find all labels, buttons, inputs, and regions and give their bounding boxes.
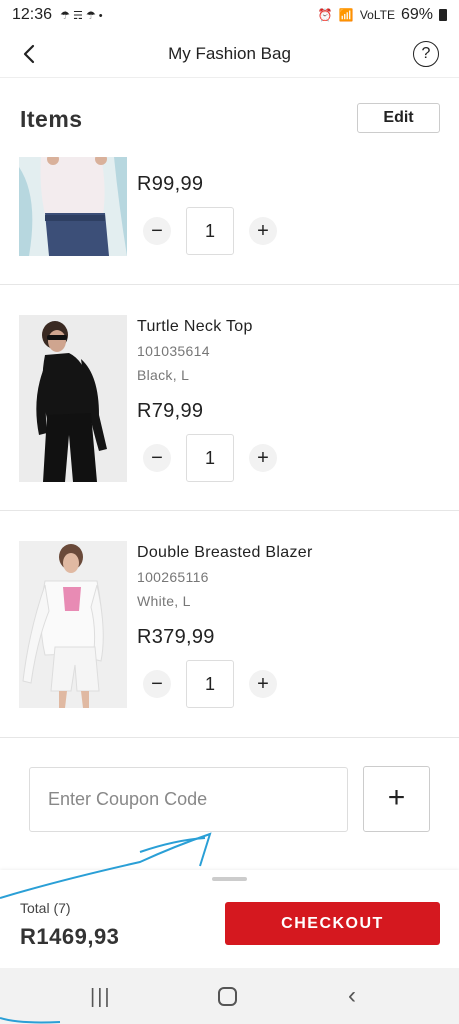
battery-percent: 69% bbox=[400, 6, 433, 23]
product-price: R79,99 bbox=[137, 400, 204, 422]
notification-icons: ☂ ☴ ☂ • bbox=[60, 9, 103, 22]
checkout-button[interactable]: CHECKOUT bbox=[225, 902, 440, 945]
battery-icon bbox=[439, 9, 447, 21]
network-label: VoLTE bbox=[359, 8, 395, 22]
add-coupon-button[interactable]: + bbox=[363, 766, 430, 832]
quantity-value[interactable]: 1 bbox=[186, 434, 234, 482]
cart-item: Turtle Neck Top 101035614 Black, L R79,9… bbox=[0, 285, 459, 511]
recent-apps-icon[interactable]: ||| bbox=[90, 986, 112, 1009]
page-title: My Fashion Bag bbox=[168, 44, 291, 63]
decrease-quantity-button[interactable]: − bbox=[143, 670, 171, 698]
coupon-code-input[interactable] bbox=[29, 767, 348, 832]
quantity-stepper: − 1 + bbox=[143, 434, 283, 482]
home-icon[interactable] bbox=[218, 987, 237, 1006]
product-image[interactable] bbox=[19, 157, 127, 256]
drag-handle[interactable] bbox=[212, 877, 247, 881]
quantity-value[interactable]: 1 bbox=[186, 207, 234, 255]
status-time: 12:36 bbox=[12, 6, 53, 23]
status-right: ⏰ 📶 VoLTE 69% bbox=[318, 6, 447, 24]
product-image[interactable] bbox=[19, 541, 127, 708]
product-price: R99,99 bbox=[137, 173, 204, 195]
quantity-stepper: − 1 + bbox=[143, 207, 283, 255]
product-price: R379,99 bbox=[137, 626, 215, 648]
product-image[interactable] bbox=[19, 315, 127, 482]
back-nav-icon[interactable]: ‹ bbox=[348, 982, 356, 1010]
product-variant: Black, L bbox=[137, 367, 190, 383]
wifi-icon: 📶 bbox=[338, 8, 354, 22]
product-sku: 101035614 bbox=[137, 343, 210, 359]
checkout-footer: Total (7) R1469,93 CHECKOUT bbox=[0, 870, 459, 968]
system-nav-bar: ||| ‹ bbox=[0, 968, 459, 1024]
question-circle-icon[interactable]: ? bbox=[413, 41, 439, 67]
items-heading: Items bbox=[20, 106, 83, 132]
increase-quantity-button[interactable]: + bbox=[249, 670, 277, 698]
cart-item: R99,99 − 1 + bbox=[0, 156, 459, 285]
total-amount: R1469,93 bbox=[20, 924, 120, 949]
alarm-icon: ⏰ bbox=[317, 8, 333, 22]
cart-item: Double Breasted Blazer 100265116 White, … bbox=[0, 511, 459, 738]
product-sku: 100265116 bbox=[137, 569, 209, 585]
product-name[interactable]: Turtle Neck Top bbox=[137, 318, 253, 336]
increase-quantity-button[interactable]: + bbox=[249, 444, 277, 472]
decrease-quantity-button[interactable]: − bbox=[143, 217, 171, 245]
quantity-stepper: − 1 + bbox=[143, 660, 283, 708]
status-bar: 12:36 ☂ ☴ ☂ • ⏰ 📶 VoLTE 69% bbox=[0, 0, 459, 30]
increase-quantity-button[interactable]: + bbox=[249, 217, 277, 245]
decrease-quantity-button[interactable]: − bbox=[143, 444, 171, 472]
edit-button[interactable]: Edit bbox=[357, 103, 440, 133]
app-header: My Fashion Bag ? bbox=[0, 30, 459, 78]
quantity-value[interactable]: 1 bbox=[186, 660, 234, 708]
product-name[interactable]: Double Breasted Blazer bbox=[137, 544, 313, 562]
total-label: Total (7) bbox=[20, 900, 71, 916]
product-variant: White, L bbox=[137, 593, 191, 609]
